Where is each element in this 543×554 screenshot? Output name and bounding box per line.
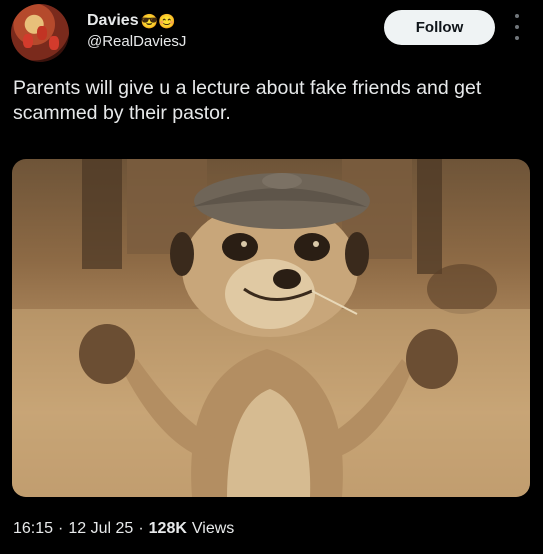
tweet-meta: 16:15 · 12 Jul 25 · 128K Views [13, 520, 234, 538]
emoji-icons: 😎😊 [140, 13, 176, 29]
tweet-image[interactable] [12, 159, 530, 497]
tweet-text: Parents will give u a lecture about fake… [13, 77, 482, 124]
author-handle[interactable]: @RealDaviesJ [87, 33, 186, 50]
separator-dot: · [138, 520, 144, 537]
views-count[interactable]: 128K [149, 520, 187, 538]
follow-button[interactable]: Follow [384, 10, 495, 45]
author-name-row[interactable]: Davies 😎😊 [87, 12, 175, 30]
tweet-date[interactable]: 12 Jul 25 [68, 520, 133, 538]
views-label: Views [191, 520, 235, 537]
separator-dot: · [58, 520, 64, 537]
tweet-time[interactable]: 16:15 [13, 520, 53, 538]
avatar[interactable] [11, 4, 69, 62]
meerkat-image [12, 159, 530, 497]
author-name[interactable]: Davies [87, 12, 139, 30]
more-options-icon[interactable] [513, 14, 521, 40]
